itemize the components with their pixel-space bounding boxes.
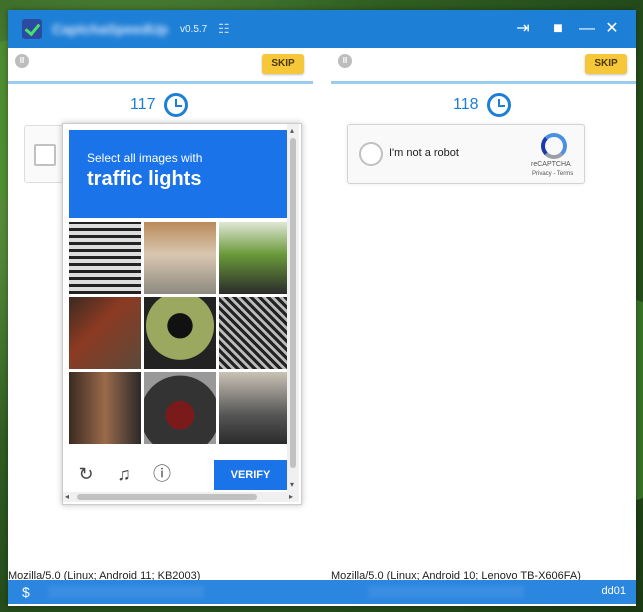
image-tile[interactable] (219, 297, 291, 369)
image-tile[interactable] (69, 222, 141, 294)
minimize-icon[interactable]: — (576, 18, 598, 40)
verify-button[interactable]: VERIFY (214, 460, 287, 490)
horizontal-scrollbar[interactable]: ◂ ▸ (63, 492, 299, 502)
scroll-right-icon[interactable]: ▸ (289, 492, 293, 501)
headphones-icon[interactable]: ♫ (113, 463, 135, 485)
recaptcha-challenge-popup: Select all images with traffic lights ↻ … (62, 123, 302, 505)
captcha-pane-2: II SKIP 118 I'm not a robot reCAPTCHA Pr… (331, 48, 636, 580)
reload-icon[interactable]: ↻ (75, 463, 97, 485)
exit-door-icon[interactable]: ⇥ (512, 18, 534, 40)
info-icon[interactable]: ⓘ (151, 463, 173, 485)
image-tile[interactable] (69, 297, 141, 369)
image-tile[interactable] (144, 372, 216, 444)
progress-line (331, 81, 636, 84)
challenge-target: traffic lights (87, 168, 202, 190)
challenge-header: Select all images with traffic lights (69, 130, 287, 218)
image-tile[interactable] (69, 372, 141, 444)
scroll-thumb[interactable] (290, 138, 296, 468)
recaptcha-links[interactable]: Privacy - Terms (532, 171, 573, 177)
challenge-instruction: Select all images with (87, 151, 203, 165)
app-logo-icon (22, 19, 42, 39)
recaptcha-widget: I'm not a robot reCAPTCHA Privacy - Term… (347, 124, 585, 184)
progress-line (8, 81, 313, 84)
status-device-id: dd01 (601, 585, 626, 597)
countdown-timer: 118 (453, 96, 479, 113)
image-tile[interactable] (219, 222, 291, 294)
image-tile[interactable] (144, 297, 216, 369)
scroll-left-icon[interactable]: ◂ (65, 492, 69, 501)
sliders-icon[interactable]: ☷ (218, 21, 230, 37)
app-title: CaptchaSpeedUp (52, 21, 168, 37)
stopwatch-icon (164, 93, 188, 117)
captcha-pane-1: II SKIP 117 Select all images with traff… (8, 48, 313, 580)
app-window: CaptchaSpeedUp v0.5.7 ☷ ⇥ ■ — ✕ II SKIP … (8, 10, 636, 606)
recaptcha-checkbox[interactable] (359, 142, 383, 166)
recaptcha-logo-icon (541, 133, 567, 159)
image-tile[interactable] (144, 222, 216, 294)
challenge-footer: ↻ ♫ ⓘ VERIFY (63, 456, 293, 492)
blurred-status-text: ░░░░░░░░░░░░░░░░░░░░ (48, 586, 204, 598)
dollar-icon[interactable]: $ (22, 584, 30, 600)
stopwatch-icon (487, 93, 511, 117)
title-bar: CaptchaSpeedUp v0.5.7 ☷ ⇥ ■ — ✕ (8, 10, 636, 48)
maximize-icon[interactable]: ■ (547, 18, 569, 40)
countdown-timer: 117 (130, 96, 156, 113)
skip-button[interactable]: SKIP (262, 54, 304, 74)
recaptcha-label: I'm not a robot (389, 147, 459, 159)
vertical-scrollbar[interactable]: ▴ ▾ (287, 124, 299, 492)
app-version: v0.5.7 (180, 24, 208, 35)
recaptcha-brand: reCAPTCHA (531, 161, 571, 168)
skip-button[interactable]: SKIP (585, 54, 627, 74)
scroll-thumb[interactable] (77, 494, 257, 500)
status-bar: $ ░░░░░░░░░░░░░░░░░░░░ ░░░░░░░░░░░░░░░░░… (8, 580, 636, 604)
blurred-status-text: ░░░░░░░░░░░░░░░░░░░░ (368, 586, 524, 598)
scroll-down-icon[interactable]: ▾ (290, 480, 294, 489)
pause-icon[interactable]: II (15, 54, 29, 68)
image-tile[interactable] (219, 372, 291, 444)
pause-icon[interactable]: II (338, 54, 352, 68)
recaptcha-checkbox[interactable] (34, 144, 56, 166)
scroll-up-icon[interactable]: ▴ (290, 126, 294, 135)
close-icon[interactable]: ✕ (601, 18, 623, 40)
image-grid (69, 222, 291, 444)
